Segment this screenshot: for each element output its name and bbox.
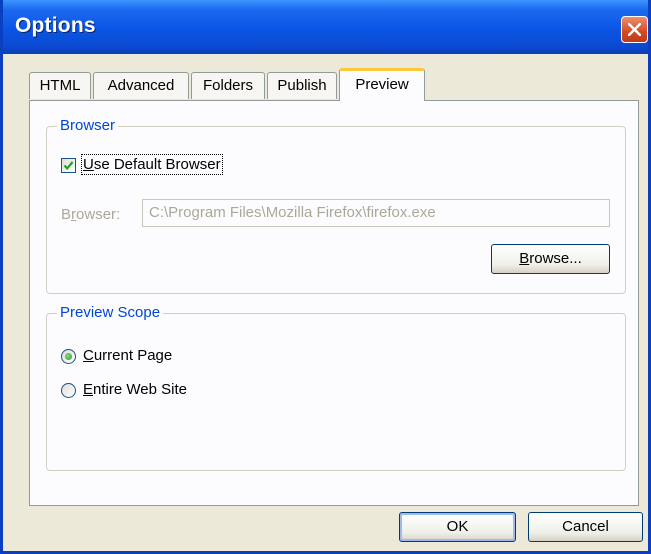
preview-tab-panel: Browser Use Default Browser Browser: C:\… [29, 100, 639, 506]
use-default-browser-label[interactable]: Use Default Browser [81, 154, 223, 175]
browser-path-field[interactable]: C:\Program Files\Mozilla Firefox\firefox… [142, 199, 610, 227]
cancel-button[interactable]: Cancel [528, 512, 643, 542]
close-button[interactable] [621, 16, 648, 43]
options-dialog: Options HTML Advanced Folders Publish Pr… [0, 0, 651, 554]
checkmark-icon [63, 161, 74, 171]
preview-scope-group: Preview Scope Current Page Entire Web Si… [46, 304, 626, 471]
title-bar[interactable]: Options [3, 0, 648, 54]
current-page-radio[interactable] [61, 349, 76, 364]
current-page-label[interactable]: Current Page [83, 347, 172, 364]
tab-publish[interactable]: Publish [267, 72, 337, 99]
tab-preview[interactable]: Preview [339, 68, 425, 101]
ok-button[interactable]: OK [399, 512, 516, 542]
tab-folders[interactable]: Folders [191, 72, 265, 99]
entire-web-site-radio[interactable] [61, 383, 76, 398]
window-title: Options [15, 14, 96, 37]
browser-path-label: Browser: [61, 206, 121, 223]
browser-group: Browser Use Default Browser Browser: C:\… [46, 117, 626, 294]
browser-group-legend: Browser [57, 117, 119, 134]
entire-web-site-label[interactable]: Entire Web Site [83, 381, 187, 398]
radio-dot-icon [65, 353, 72, 360]
close-icon [628, 23, 641, 36]
use-default-browser-checkbox[interactable] [61, 158, 76, 173]
preview-scope-legend: Preview Scope [57, 304, 164, 321]
tab-advanced[interactable]: Advanced [93, 72, 189, 99]
browse-button[interactable]: Browse... [491, 244, 610, 274]
tab-html[interactable]: HTML [29, 72, 91, 99]
